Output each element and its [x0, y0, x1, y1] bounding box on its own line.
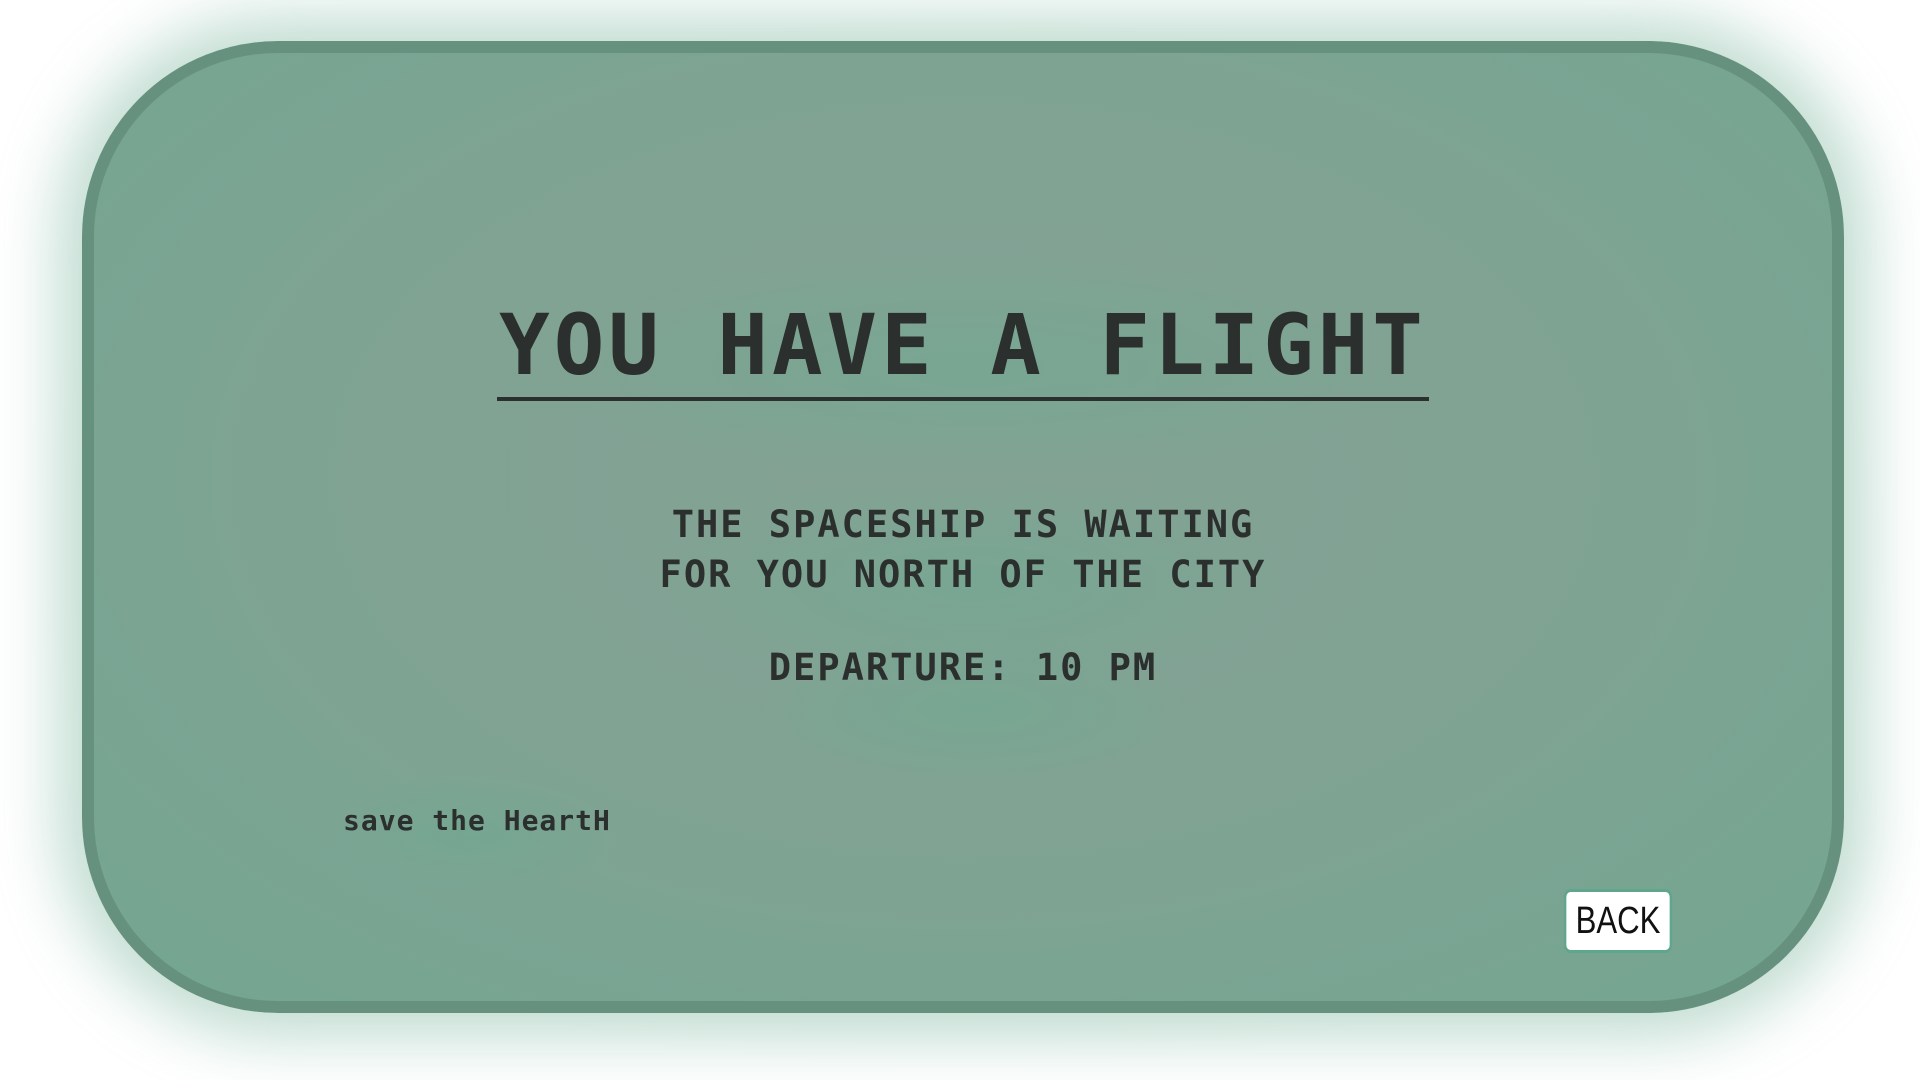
message-line-2: FOR YOU NORTH OF THE CITY	[659, 553, 1267, 596]
game-tagline: save the HeartH	[343, 804, 611, 837]
flight-title-text: YOU HAVE A FLIGHT	[497, 303, 1429, 401]
spaceship-message: THE SPACESHIP IS WAITING FOR YOU NORTH O…	[94, 500, 1832, 600]
message-screen: YOU HAVE A FLIGHT THE SPACESHIP IS WAITI…	[82, 41, 1844, 1013]
message-line-1: THE SPACESHIP IS WAITING	[671, 503, 1255, 546]
game-stage: YOU HAVE A FLIGHT THE SPACESHIP IS WAITI…	[0, 0, 1920, 1080]
back-button[interactable]: BACK	[1563, 889, 1673, 953]
departure-time: DEPARTURE: 10 PM	[768, 646, 1158, 689]
flight-title: YOU HAVE A FLIGHT	[94, 303, 1832, 401]
